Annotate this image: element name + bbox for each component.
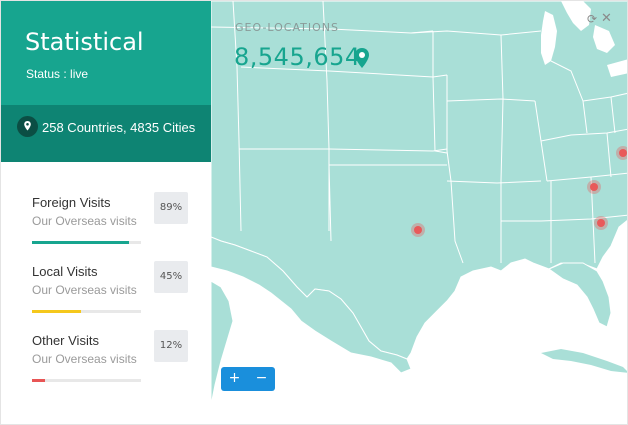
refresh-icon[interactable]: ⟳	[587, 12, 597, 26]
stat-name-local: Local Visits	[32, 264, 98, 279]
percent-badge-local: 45%	[154, 261, 188, 293]
zoom-out-button[interactable]: −	[248, 367, 275, 391]
progress-track-local	[32, 310, 141, 313]
zoom-in-button[interactable]: +	[221, 367, 248, 391]
progress-fill-foreign	[32, 241, 129, 244]
status-text: Status : live	[26, 67, 89, 81]
stat-name-other: Other Visits	[32, 333, 99, 348]
stat-sub-foreign: Our Overseas visits	[32, 214, 137, 228]
percent-badge-other: 12%	[154, 330, 188, 362]
geo-widget: GEO-LOCATIONS 8,545,654 ⟳ ✕ + − Statisti…	[0, 0, 628, 425]
summary-text: 258 Countries, 4835 Cities	[42, 120, 196, 135]
progress-track-foreign	[32, 241, 141, 244]
map-pin-icon	[355, 48, 369, 73]
stat-sub-other: Our Overseas visits	[32, 352, 137, 366]
geo-locations-label: GEO-LOCATIONS	[235, 21, 339, 34]
progress-fill-other	[32, 379, 46, 382]
stat-name-foreign: Foreign Visits	[32, 195, 111, 210]
geo-locations-count: 8,545,654	[234, 43, 361, 71]
progress-track-other	[32, 379, 141, 382]
percent-badge-foreign: 89%	[154, 192, 188, 224]
close-icon[interactable]: ✕	[601, 11, 612, 26]
stat-sub-local: Our Overseas visits	[32, 283, 137, 297]
zoom-controls: + −	[221, 367, 275, 391]
panel-title: Statistical	[25, 28, 144, 56]
progress-fill-local	[32, 310, 82, 313]
